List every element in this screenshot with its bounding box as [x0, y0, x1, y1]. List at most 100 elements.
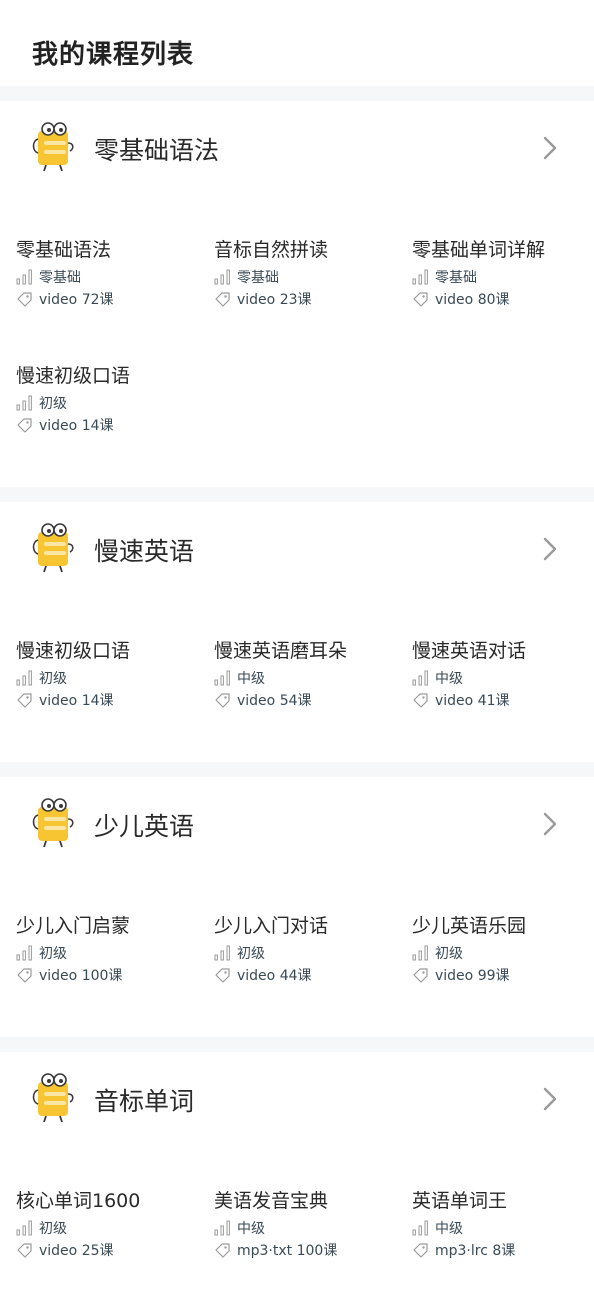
chevron-right-icon[interactable]: [540, 811, 560, 837]
signal-bars-icon: [412, 269, 435, 285]
course-card[interactable]: 少儿入门启蒙 初级 video 100课: [16, 913, 206, 985]
signal-bars-icon: [16, 1220, 39, 1236]
course-info-label: video 14课: [39, 418, 114, 434]
section-header[interactable]: 零基础语法: [0, 101, 594, 201]
signal-bars-icon: [16, 945, 39, 961]
course-card[interactable]: 音标自然拼读 零基础 video 23课: [214, 237, 404, 309]
course-info-label: video 14课: [39, 693, 114, 709]
tag-icon: [214, 291, 237, 307]
section-title: 少儿英语: [94, 812, 195, 841]
course-section: 慢速英语 慢速初级口语 初级 video 14课 慢速英语磨耳朵 中级 vide…: [0, 502, 594, 762]
course-title: 英语单词王: [412, 1190, 508, 1212]
course-title: 音标自然拼读: [214, 239, 329, 261]
tag-icon: [412, 291, 435, 307]
signal-bars-icon: [412, 945, 435, 961]
course-title: 慢速英语对话: [412, 640, 527, 662]
page-title: 我的课程列表: [32, 40, 195, 70]
course-level-label: 初级: [39, 946, 67, 962]
signal-bars-icon: [214, 269, 237, 285]
course-card[interactable]: 慢速初级口语 初级 video 14课: [16, 363, 206, 435]
course-level-label: 中级: [237, 1221, 265, 1237]
course-level: 零基础: [16, 267, 206, 287]
course-section: 音标单词 核心单词1600 初级 video 25课 美语发音宝典 中级 mp3…: [0, 1052, 594, 1312]
course-info-label: video 72课: [39, 292, 114, 308]
course-info: video 99课: [412, 965, 594, 985]
chevron-right-icon[interactable]: [540, 135, 560, 161]
signal-bars-icon: [16, 395, 39, 411]
course-card[interactable]: 慢速初级口语 初级 video 14课: [16, 638, 206, 710]
signal-bars-icon: [214, 1220, 237, 1236]
course-title: 核心单词1600: [16, 1190, 141, 1212]
course-info-label: video 80课: [435, 292, 510, 308]
course-level: 零基础: [412, 267, 594, 287]
course-title: 美语发音宝典: [214, 1190, 329, 1212]
course-level: 初级: [16, 393, 206, 413]
course-title: 零基础单词详解: [412, 239, 546, 261]
course-card[interactable]: 零基础单词详解 零基础 video 80课: [412, 237, 594, 309]
course-level: 中级: [412, 668, 594, 688]
course-title: 少儿入门启蒙: [16, 915, 131, 937]
signal-bars-icon: [412, 670, 435, 686]
course-card[interactable]: 慢速英语对话 中级 video 41课: [412, 638, 594, 710]
mascot-logo-icon: [32, 1072, 78, 1124]
course-level: 初级: [16, 1218, 206, 1238]
course-card[interactable]: 少儿英语乐园 初级 video 99课: [412, 913, 594, 985]
course-level-label: 中级: [237, 671, 265, 687]
course-level-label: 零基础: [237, 270, 279, 286]
course-level: 中级: [412, 1218, 594, 1238]
tag-icon: [16, 417, 39, 433]
chevron-right-icon[interactable]: [540, 1086, 560, 1112]
course-card[interactable]: 慢速英语磨耳朵 中级 video 54课: [214, 638, 404, 710]
course-level: 中级: [214, 1218, 404, 1238]
course-card[interactable]: 英语单词王 中级 mp3·lrc 8课: [412, 1188, 594, 1260]
section-header[interactable]: 音标单词: [0, 1052, 594, 1152]
course-level-label: 初级: [435, 946, 463, 962]
course-level-label: 中级: [435, 1221, 463, 1237]
course-info: video 25课: [16, 1240, 206, 1260]
section-title: 慢速英语: [94, 537, 195, 566]
chevron-right-icon[interactable]: [540, 536, 560, 562]
course-level-label: 初级: [39, 396, 67, 412]
signal-bars-icon: [16, 269, 39, 285]
course-info-label: mp3·txt 100课: [237, 1243, 338, 1259]
tag-icon: [412, 967, 435, 983]
mascot-logo-icon: [32, 522, 78, 574]
course-level-label: 初级: [237, 946, 265, 962]
course-card[interactable]: 美语发音宝典 中级 mp3·txt 100课: [214, 1188, 404, 1260]
course-level: 初级: [214, 943, 404, 963]
course-level-label: 初级: [39, 1221, 67, 1237]
course-title: 少儿英语乐园: [412, 915, 527, 937]
tag-icon: [16, 1242, 39, 1258]
course-info: video 41课: [412, 690, 594, 710]
section-title: 音标单词: [94, 1087, 195, 1116]
course-title: 零基础语法: [16, 239, 112, 261]
course-info: video 14课: [16, 690, 206, 710]
course-level-label: 初级: [39, 671, 67, 687]
course-card[interactable]: 核心单词1600 初级 video 25课: [16, 1188, 206, 1260]
tag-icon: [412, 1242, 435, 1258]
signal-bars-icon: [214, 945, 237, 961]
mascot-logo-icon: [32, 121, 78, 173]
course-level-label: 零基础: [435, 270, 477, 286]
section-title: 零基础语法: [94, 136, 220, 165]
course-card[interactable]: 少儿入门对话 初级 video 44课: [214, 913, 404, 985]
course-title: 慢速初级口语: [16, 640, 131, 662]
course-section: 少儿英语 少儿入门启蒙 初级 video 100课 少儿入门对话 初级 vide…: [0, 777, 594, 1037]
tag-icon: [16, 291, 39, 307]
signal-bars-icon: [16, 670, 39, 686]
course-info-label: video 25课: [39, 1243, 114, 1259]
mascot-logo-icon: [32, 797, 78, 849]
section-header[interactable]: 慢速英语: [0, 502, 594, 602]
course-section: 零基础语法 零基础语法 零基础 video 72课 音标自然拼读 零基础 vid…: [0, 101, 594, 487]
course-info: video 100课: [16, 965, 206, 985]
course-info: video 80课: [412, 289, 594, 309]
signal-bars-icon: [214, 670, 237, 686]
section-header[interactable]: 少儿英语: [0, 777, 594, 877]
tag-icon: [412, 692, 435, 708]
tag-icon: [214, 692, 237, 708]
course-level: 初级: [16, 668, 206, 688]
signal-bars-icon: [412, 1220, 435, 1236]
course-card[interactable]: 零基础语法 零基础 video 72课: [16, 237, 206, 309]
course-level-label: 中级: [435, 671, 463, 687]
course-info-label: video 44课: [237, 968, 312, 984]
